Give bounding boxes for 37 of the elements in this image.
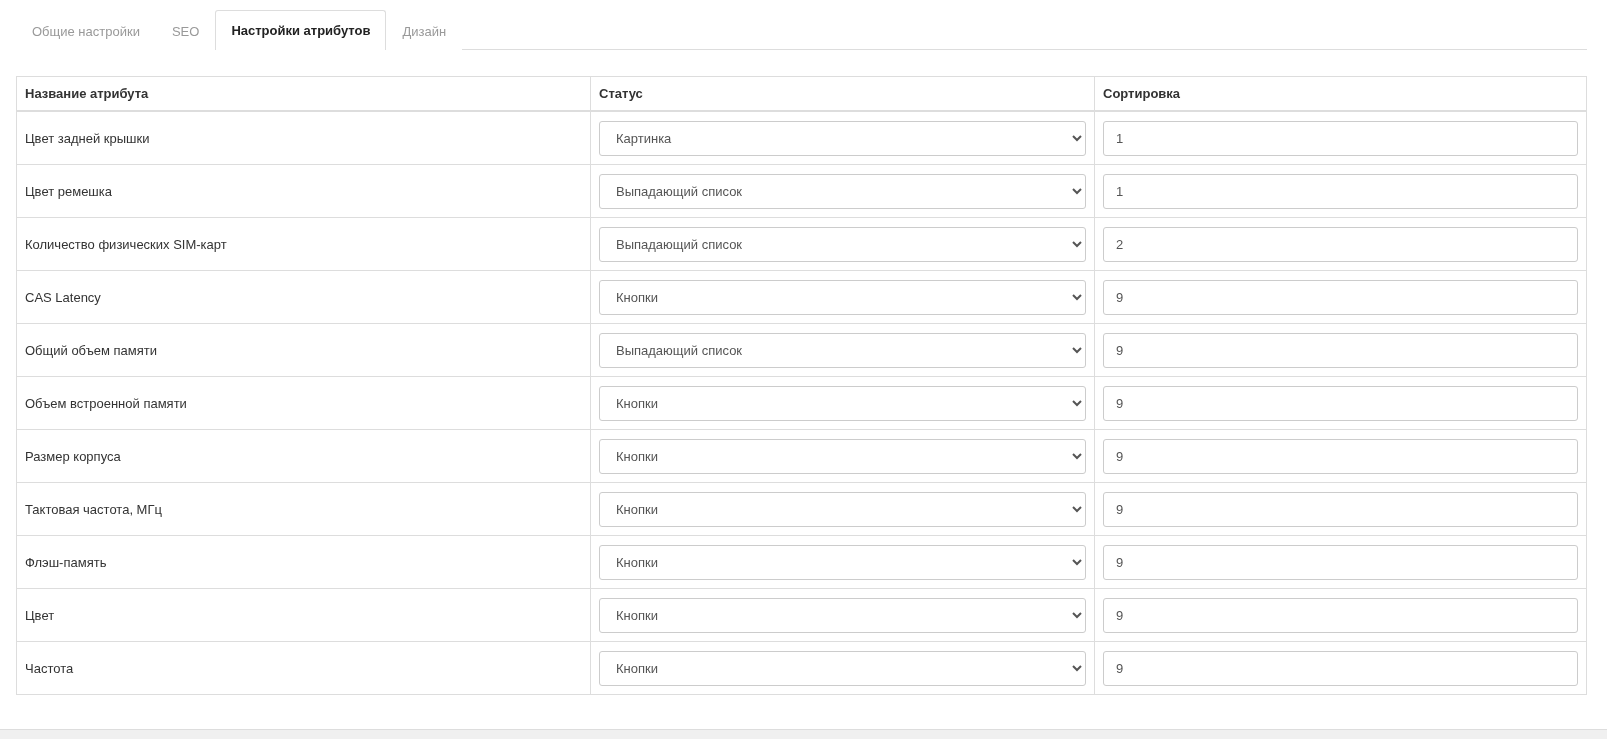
select-field[interactable]: Кнопки	[599, 438, 1086, 474]
select-field[interactable]: Кнопки	[599, 279, 1086, 315]
select-field[interactable]: Выпадающий список	[599, 226, 1086, 262]
table-cell: Частота	[16, 641, 591, 695]
table-cell: Цвет	[16, 588, 591, 642]
select-field[interactable]: Кнопки	[599, 544, 1086, 580]
table-cell: Цвет ремешка	[16, 164, 591, 218]
table-cell: Размер корпуса	[16, 429, 591, 483]
column-header: Сортировка	[1094, 76, 1587, 111]
table-cell: Общий объем памяти	[16, 323, 591, 377]
table-cell: CAS Latency	[16, 270, 591, 324]
column-header: Статус	[590, 76, 1095, 111]
tab[interactable]: Настройки атрибутов	[215, 10, 387, 50]
input-field[interactable]: 9	[1103, 650, 1578, 686]
input-field[interactable]: 1	[1103, 173, 1578, 209]
input-field[interactable]: 9	[1103, 544, 1578, 580]
select-field[interactable]: Выпадающий список	[599, 332, 1086, 368]
select-field[interactable]: Выпадающий список	[599, 173, 1086, 209]
input-field[interactable]: 2	[1103, 226, 1578, 262]
table-cell: Тактовая частота, МГц	[16, 482, 591, 536]
input-field[interactable]: 9	[1103, 438, 1578, 474]
input-field[interactable]: 9	[1103, 385, 1578, 421]
input-field[interactable]: 9	[1103, 597, 1578, 633]
table-cell: Объем встроенной памяти	[16, 376, 591, 430]
input-field[interactable]: 9	[1103, 332, 1578, 368]
column-header: Название атрибута	[16, 76, 591, 111]
select-field[interactable]: Кнопки	[599, 491, 1086, 527]
table-cell: Цвет задней крышки	[16, 111, 591, 165]
input-field[interactable]: 9	[1103, 491, 1578, 527]
select-field[interactable]: Кнопки	[599, 385, 1086, 421]
table-cell: Количество физических SIM-карт	[16, 217, 591, 271]
select-field[interactable]: Кнопки	[599, 650, 1086, 686]
table-cell: Флэш-память	[16, 535, 591, 589]
select-field[interactable]: Картинка	[599, 120, 1086, 156]
input-field[interactable]: 9	[1103, 279, 1578, 315]
input-field[interactable]: 1	[1103, 120, 1578, 156]
select-field[interactable]: Кнопки	[599, 597, 1086, 633]
